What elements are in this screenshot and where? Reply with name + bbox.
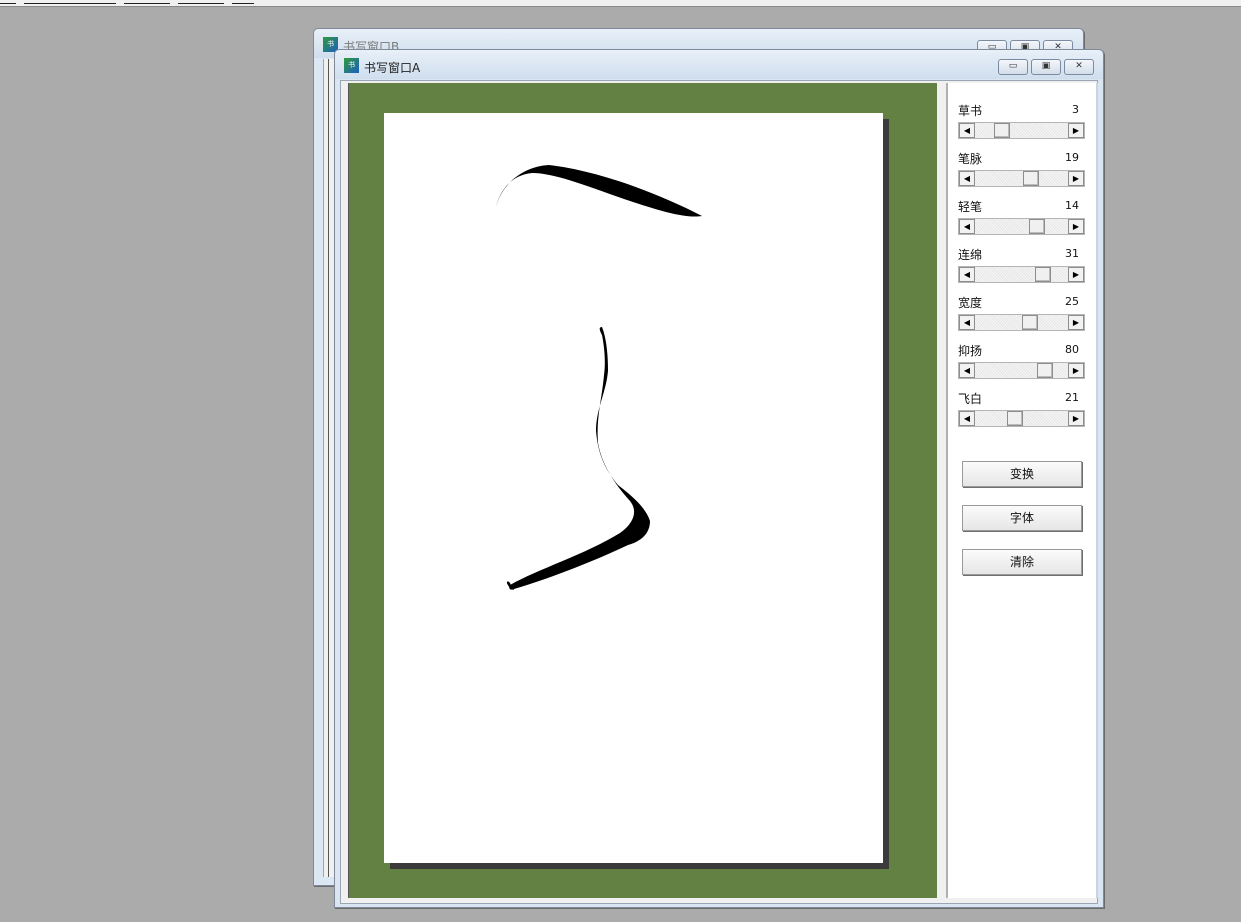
scroll-right-arrow-icon[interactable]: ▶ bbox=[1068, 171, 1084, 186]
control-label: 草书 bbox=[958, 104, 983, 118]
scroll-left-arrow-icon[interactable]: ◀ bbox=[959, 267, 975, 282]
control-label: 抑扬 bbox=[958, 344, 983, 358]
window-a-titlebar[interactable]: 书 书写窗口A ▭ ▣ ✕ bbox=[335, 50, 1103, 79]
font-button[interactable]: 字体 bbox=[962, 505, 1082, 531]
control-value: 25 bbox=[1065, 295, 1079, 308]
control-label: 笔脉 bbox=[958, 152, 983, 166]
clear-button[interactable]: 清除 bbox=[962, 549, 1082, 575]
minimize-button[interactable]: ▭ bbox=[998, 59, 1028, 75]
scroll-right-arrow-icon[interactable]: ▶ bbox=[1068, 315, 1084, 330]
writing-paper[interactable] bbox=[384, 113, 883, 863]
scroll-left-arrow-icon[interactable]: ◀ bbox=[959, 171, 975, 186]
control-value: 31 bbox=[1065, 247, 1079, 260]
menu-item-1[interactable] bbox=[0, 0, 16, 4]
lianmian-slider[interactable]: ◀ ▶ bbox=[958, 266, 1085, 283]
brush-strokes bbox=[495, 165, 702, 590]
slider-thumb[interactable] bbox=[1029, 219, 1045, 234]
control-value: 3 bbox=[1072, 103, 1079, 116]
slider-thumb[interactable] bbox=[1023, 171, 1039, 186]
bimai-slider[interactable]: ◀ ▶ bbox=[958, 170, 1085, 187]
menu-item-3[interactable] bbox=[124, 0, 170, 4]
slider-thumb[interactable] bbox=[994, 123, 1010, 138]
control-value: 21 bbox=[1065, 391, 1079, 404]
writing-canvas-area[interactable] bbox=[348, 83, 937, 898]
menu-item-4[interactable] bbox=[178, 0, 224, 4]
caoshu-slider[interactable]: ◀ ▶ bbox=[958, 122, 1085, 139]
menu-item-5[interactable] bbox=[232, 0, 254, 4]
kuandu-slider[interactable]: ◀ ▶ bbox=[958, 314, 1085, 331]
qingbi-slider[interactable]: ◀ ▶ bbox=[958, 218, 1085, 235]
control-value: 14 bbox=[1065, 199, 1079, 212]
slider-thumb[interactable] bbox=[1037, 363, 1053, 378]
window-a[interactable]: 书 书写窗口A ▭ ▣ ✕ 草书 3 ◀ ▶ 笔脉 19 ◀ ▶ 轻笔 14 ◀… bbox=[334, 49, 1104, 908]
control-label: 宽度 bbox=[958, 296, 983, 310]
scroll-right-arrow-icon[interactable]: ▶ bbox=[1068, 123, 1084, 138]
menu-item-2[interactable] bbox=[24, 0, 116, 4]
scroll-left-arrow-icon[interactable]: ◀ bbox=[959, 411, 975, 426]
scroll-left-arrow-icon[interactable]: ◀ bbox=[959, 363, 975, 378]
brush-stroke-hook bbox=[509, 327, 650, 590]
scroll-right-arrow-icon[interactable]: ▶ bbox=[1068, 411, 1084, 426]
brush-stroke-top bbox=[495, 165, 702, 217]
control-value: 80 bbox=[1065, 343, 1079, 356]
close-button[interactable]: ✕ bbox=[1064, 59, 1094, 75]
feibai-slider[interactable]: ◀ ▶ bbox=[958, 410, 1085, 427]
menu-bar bbox=[0, 0, 1241, 7]
control-value: 19 bbox=[1065, 151, 1079, 164]
control-label: 飞白 bbox=[958, 392, 983, 406]
slider-thumb[interactable] bbox=[1022, 315, 1038, 330]
control-label: 连绵 bbox=[958, 248, 983, 262]
scroll-left-arrow-icon[interactable]: ◀ bbox=[959, 219, 975, 234]
maximize-button[interactable]: ▣ bbox=[1031, 59, 1061, 75]
scroll-left-arrow-icon[interactable]: ◀ bbox=[959, 315, 975, 330]
slider-thumb[interactable] bbox=[1007, 411, 1023, 426]
scroll-left-arrow-icon[interactable]: ◀ bbox=[959, 123, 975, 138]
convert-button[interactable]: 变换 bbox=[962, 461, 1082, 487]
scroll-right-arrow-icon[interactable]: ▶ bbox=[1068, 219, 1084, 234]
scroll-right-arrow-icon[interactable]: ▶ bbox=[1068, 267, 1084, 282]
window-a-title: 书写窗口A bbox=[364, 61, 421, 75]
slider-thumb[interactable] bbox=[1035, 267, 1051, 282]
yiyang-slider[interactable]: ◀ ▶ bbox=[958, 362, 1085, 379]
scroll-right-arrow-icon[interactable]: ▶ bbox=[1068, 363, 1084, 378]
app-logo-icon: 书 bbox=[344, 58, 359, 73]
control-label: 轻笔 bbox=[958, 200, 983, 214]
control-panel: 草书 3 ◀ ▶ 笔脉 19 ◀ ▶ 轻笔 14 ◀ ▶ 连绵 31 ◀ ▶ 宽… bbox=[946, 83, 1098, 898]
